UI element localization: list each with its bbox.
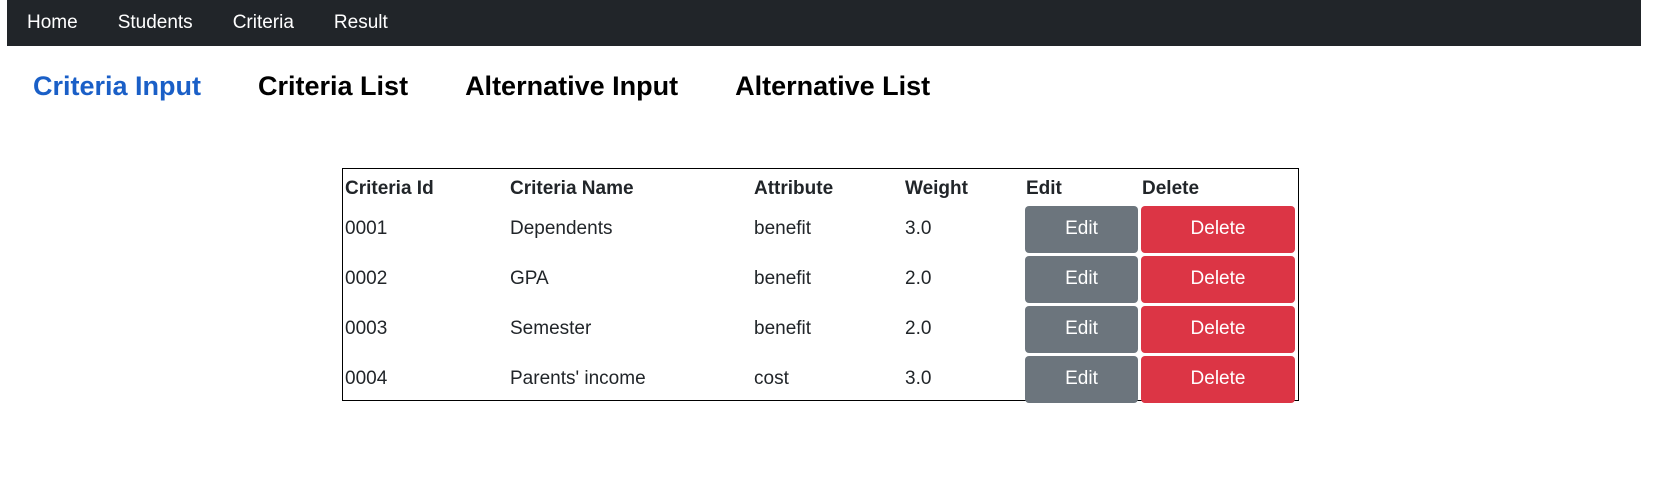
delete-button[interactable]: Delete <box>1141 205 1295 253</box>
edit-button[interactable]: Edit <box>1025 255 1138 303</box>
cell-criteria-name: Dependents <box>510 218 613 239</box>
cell-delete: Delete <box>1140 204 1298 254</box>
table-header-row: Criteria Id Criteria Name Attribute Weig… <box>343 169 1298 204</box>
header-attribute: Attribute <box>754 177 834 199</box>
edit-button[interactable]: Edit <box>1025 355 1138 403</box>
cell-criteria-id: 0004 <box>345 368 388 389</box>
header-delete: Delete <box>1142 177 1200 199</box>
edit-button[interactable]: Edit <box>1025 205 1138 253</box>
cell-delete: Delete <box>1140 354 1298 404</box>
delete-button[interactable]: Delete <box>1141 305 1295 353</box>
sub-navigation: Criteria Input Criteria List Alternative… <box>33 71 987 102</box>
cell-weight: 2.0 <box>905 268 932 289</box>
edit-button[interactable]: Edit <box>1025 305 1138 353</box>
cell-criteria-id: 0002 <box>345 268 388 289</box>
cell-attribute: benefit <box>754 318 812 339</box>
table-row: 0004 Parents' income cost 3.0 Edit Delet… <box>343 354 1298 404</box>
cell-attribute: benefit <box>754 268 812 289</box>
cell-attribute: benefit <box>754 218 812 239</box>
cell-weight: 3.0 <box>905 218 932 239</box>
cell-edit: Edit <box>1024 204 1140 254</box>
delete-button[interactable]: Delete <box>1141 355 1295 403</box>
table-row: 0002 GPA benefit 2.0 Edit Delete <box>343 254 1298 304</box>
delete-button[interactable]: Delete <box>1141 255 1295 303</box>
cell-delete: Delete <box>1140 304 1298 354</box>
cell-weight: 3.0 <box>905 368 932 389</box>
nav-item-students[interactable]: Students <box>98 0 213 46</box>
link-alternative-list[interactable]: Alternative List <box>735 71 930 102</box>
cell-criteria-name: GPA <box>510 268 549 289</box>
top-navbar: Home Students Criteria Result <box>7 0 1641 46</box>
cell-edit: Edit <box>1024 254 1140 304</box>
cell-criteria-name: Parents' income <box>510 368 646 389</box>
header-edit: Edit <box>1026 177 1062 199</box>
cell-edit: Edit <box>1024 304 1140 354</box>
criteria-table-container: Criteria Id Criteria Name Attribute Weig… <box>342 168 1299 404</box>
table-row: 0003 Semester benefit 2.0 Edit Delete <box>343 304 1298 354</box>
cell-criteria-id: 0003 <box>345 318 388 339</box>
cell-attribute: cost <box>754 368 789 389</box>
cell-criteria-name: Semester <box>510 318 592 339</box>
header-criteria-name: Criteria Name <box>510 177 634 199</box>
nav-item-home[interactable]: Home <box>7 0 98 46</box>
cell-weight: 2.0 <box>905 318 932 339</box>
link-alternative-input[interactable]: Alternative Input <box>465 71 678 102</box>
table-row: 0001 Dependents benefit 3.0 Edit Delete <box>343 204 1298 254</box>
link-criteria-list[interactable]: Criteria List <box>258 71 408 102</box>
criteria-table: Criteria Id Criteria Name Attribute Weig… <box>343 169 1298 404</box>
link-criteria-input[interactable]: Criteria Input <box>33 71 201 102</box>
nav-item-result[interactable]: Result <box>314 0 408 46</box>
header-weight: Weight <box>905 177 968 199</box>
nav-item-criteria[interactable]: Criteria <box>213 0 314 46</box>
cell-delete: Delete <box>1140 254 1298 304</box>
header-criteria-id: Criteria Id <box>345 177 434 199</box>
cell-edit: Edit <box>1024 354 1140 404</box>
cell-criteria-id: 0001 <box>345 218 388 239</box>
